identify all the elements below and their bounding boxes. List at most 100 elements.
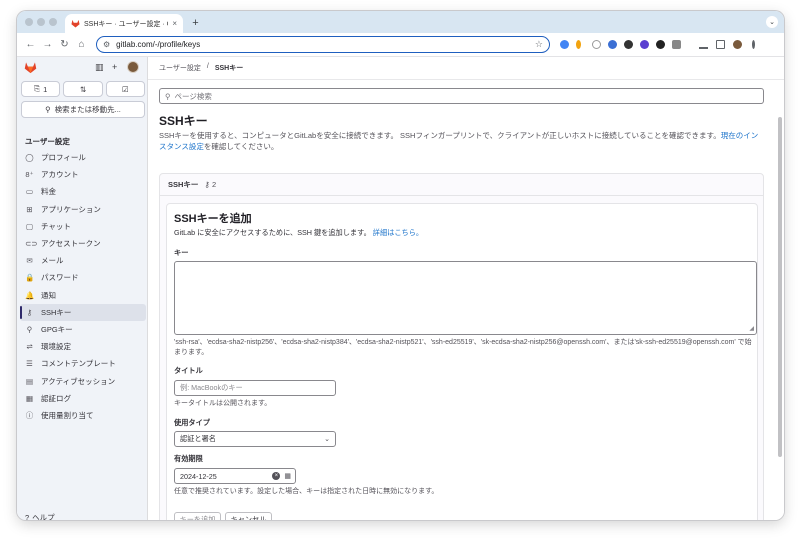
forward-arrow-icon[interactable]: → [40, 37, 55, 52]
help-icon: ? [25, 513, 30, 520]
extension-shield-icon[interactable] [592, 40, 601, 49]
sidebar-item[interactable]: ⚷ SSHキー [20, 303, 146, 321]
expiry-date-input[interactable]: 2024-12-25 × ▦ [174, 468, 296, 484]
extension-notion-icon[interactable] [624, 40, 633, 49]
window-close-control[interactable] [25, 18, 33, 26]
key-title-input[interactable]: 例: MacBookのキー [174, 380, 336, 396]
browser-tab-active[interactable]: SSHキー · ユーザー設定 · GitLab × [65, 14, 183, 33]
key-count: 2 [212, 180, 217, 189]
tab-close-icon[interactable]: × [172, 19, 177, 28]
sidebar-item[interactable]: 🔔 通知 [20, 287, 146, 304]
sidebar-item[interactable]: ⚲ GPGキー [20, 321, 146, 338]
sidebar-item-label: チャット [41, 221, 71, 231]
browser-menu-icon[interactable] [752, 40, 755, 49]
sidebar-item-label: 認証ログ [41, 393, 71, 403]
sidebar-item[interactable]: ⊂⊃ アクセストークン [20, 235, 146, 252]
back-arrow-icon[interactable]: ← [23, 37, 38, 52]
sidepanel-icon[interactable] [716, 40, 725, 49]
issues-counter-button[interactable]: ⎘ 1 [21, 81, 61, 97]
sidebar-item[interactable]: ⊞ アプリケーション [20, 201, 146, 218]
sidebar-toggle-icon[interactable]: ▥ [95, 62, 104, 73]
breadcrumb-item-ssh-keys[interactable]: SSHキー [215, 63, 243, 73]
title-hint: キータイトルは公開されます。 [174, 400, 272, 407]
sidebar-item[interactable]: ▤ アクティブセッション [20, 372, 146, 389]
card-title: SSHキー [168, 180, 199, 189]
usage-type-value: 認証と署名 [180, 434, 216, 443]
sidebar-item[interactable]: 🔒 パスワード [20, 269, 146, 286]
extension-puzzle-icon[interactable] [672, 40, 681, 49]
key-format-hint: 'ssh-rsa'、'ecdsa-sha2-nistp256'、'ecdsa-s… [174, 339, 752, 356]
sidebar-item-label: SSHキー [41, 307, 72, 317]
help-label: ヘルプ [32, 513, 55, 520]
sidebar-item-icon: ⊞ [26, 204, 33, 214]
url-text: gitlab.com/-/profile/keys [116, 40, 201, 49]
page-search-input[interactable]: ⚲ ページ検索 [159, 88, 764, 104]
description-tail: を確認してください。 [203, 142, 279, 151]
user-avatar[interactable] [127, 61, 139, 73]
bookmark-star-icon[interactable]: ☆ [535, 39, 543, 50]
usage-type-select[interactable]: 認証と署名 ⌄ [174, 431, 336, 447]
tab-strip: SSHキー · ユーザー設定 · GitLab × + ⌄ [17, 11, 784, 33]
breadcrumb: ユーザー設定 / SSHキー [159, 63, 243, 73]
sidebar-item-icon: 8⁺ [25, 170, 34, 180]
sidebar-item[interactable]: ✉ メール [20, 252, 146, 269]
header-divider [148, 79, 784, 80]
expiry-hint: 任意で推奨されています。設定した場合、キーは指定された日時に無効になります。 [174, 488, 439, 495]
sidebar-item-icon: ☰ [26, 359, 33, 369]
address-bar[interactable]: ⚙ gitlab.com/-/profile/keys ☆ [96, 36, 550, 53]
key-icon: ⚷ [204, 180, 210, 189]
download-icon[interactable] [699, 40, 708, 49]
gitlab-favicon-icon [71, 19, 80, 28]
sidebar-item-label: アクティブセッション [41, 376, 116, 386]
reload-icon[interactable]: ↻ [57, 37, 72, 52]
search-icon: ⚲ [165, 91, 171, 101]
window-minimize-control[interactable] [37, 18, 45, 26]
usage-type-label: 使用タイプ [174, 418, 210, 427]
breadcrumb-item-user-settings[interactable]: ユーザー設定 [159, 63, 201, 73]
ssh-keys-card-header: SSHキー ⚷ 2 [160, 174, 763, 196]
sidebar-item-label: パスワード [41, 273, 79, 283]
gitlab-logo-icon[interactable] [24, 61, 37, 74]
merge-request-icon: ⇅ [79, 84, 87, 94]
extension-globe-icon[interactable] [608, 40, 617, 49]
page-description: SSHキーを使用すると、コンピュータとGitLabを安全に接続できます。 SSH… [159, 130, 759, 152]
extension-c-icon[interactable] [640, 40, 649, 49]
todos-counter-button[interactable]: ☑ [105, 81, 145, 97]
tab-search-chevron-icon[interactable]: ⌄ [766, 16, 778, 28]
extension-dark-icon[interactable] [656, 40, 665, 49]
extension-bolt-icon[interactable] [576, 40, 581, 49]
clear-date-icon[interactable]: × [272, 472, 281, 480]
calendar-icon[interactable]: ▦ [284, 472, 291, 480]
sidebar-item-label: プロフィール [41, 153, 86, 163]
sidebar-item[interactable]: ◯ プロフィール [20, 149, 146, 166]
site-info-icon[interactable]: ⚙ [103, 40, 110, 49]
key-textarea[interactable]: ◢ [174, 261, 757, 335]
merge-requests-counter-button[interactable]: ⇅ [63, 81, 103, 97]
sidebar-item[interactable]: ▭ 料金 [20, 183, 146, 200]
search-or-go-to-button[interactable]: ⚲ 検索または移動先... [21, 101, 145, 118]
create-new-plus-icon[interactable]: + [112, 62, 117, 72]
window-zoom-control[interactable] [49, 18, 57, 26]
issues-count: 1 [43, 84, 48, 94]
profile-avatar-icon[interactable] [733, 40, 742, 49]
sidebar-item[interactable]: ⇌ 環境設定 [20, 338, 146, 355]
sidebar-item[interactable]: 8⁺ アカウント [20, 166, 146, 183]
help-button[interactable]: ? ヘルプ [25, 512, 55, 520]
add-key-button[interactable]: キーを追加 [174, 512, 221, 520]
sidebar-item[interactable]: ▦ 認証ログ [20, 390, 146, 407]
sidebar-counters: ⎘ 1 ⇅ ☑ [21, 81, 145, 97]
sidebar-item[interactable]: ⓘ 使用量割り当て [20, 407, 146, 424]
sidebar-item[interactable]: ▢ チャット [20, 218, 146, 235]
sidebar-item-label: 料金 [41, 187, 56, 197]
resize-handle-icon[interactable]: ◢ [749, 325, 754, 332]
sidebar-item-label: メール [41, 256, 64, 266]
new-tab-button[interactable]: + [189, 16, 202, 29]
cancel-button[interactable]: キャンセル [225, 512, 272, 520]
learn-more-link[interactable]: 詳細はこちら。 [373, 228, 423, 237]
search-icon: ⚲ [45, 105, 51, 114]
title-field-label: タイトル [174, 366, 203, 375]
page-scrollbar[interactable] [778, 117, 782, 457]
sidebar-item[interactable]: ☰ コメントテンプレート [20, 355, 146, 372]
home-icon[interactable]: ⌂ [74, 37, 89, 52]
extension-drive-icon[interactable] [560, 40, 569, 49]
